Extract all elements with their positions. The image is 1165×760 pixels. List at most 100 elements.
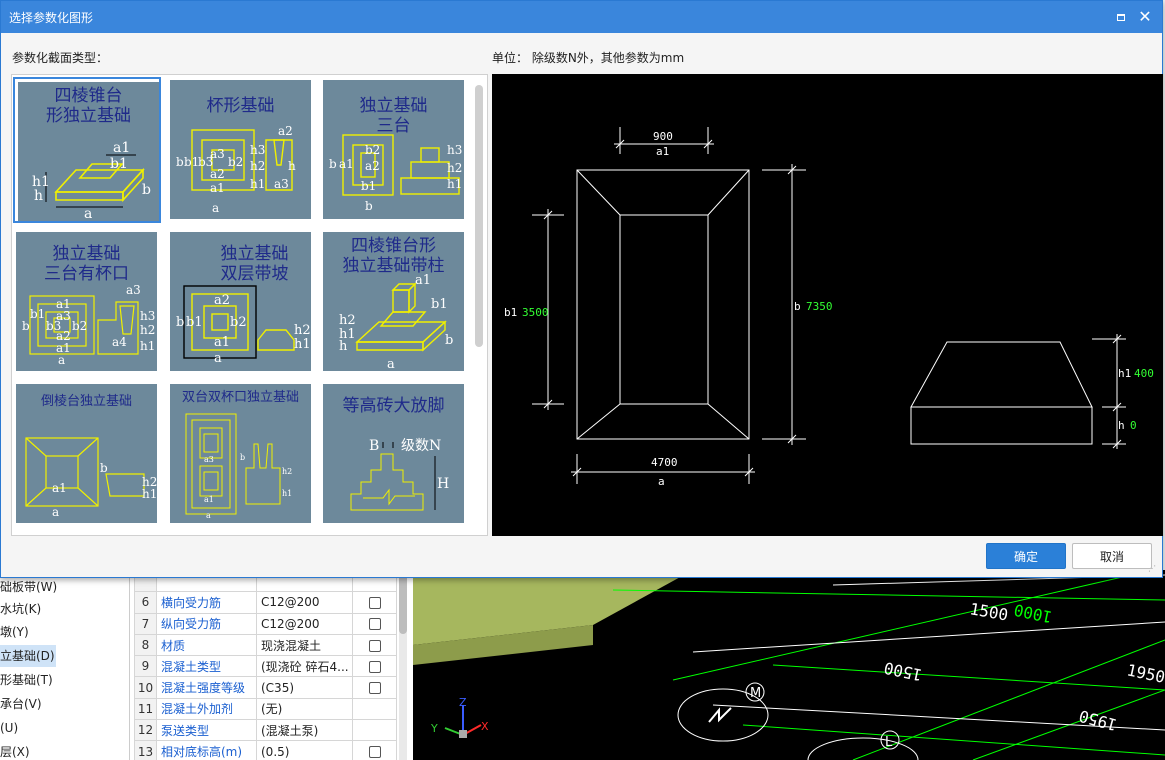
svg-text:b: b <box>240 453 245 462</box>
shape-thumb-two-step-slope[interactable]: 独立基础 双层带坡 a2 b b1 b2 a1 a h2 h1 <box>167 229 315 375</box>
grid-scrollbar[interactable] <box>399 570 407 760</box>
property-name: 相对底标高(m) <box>156 740 257 760</box>
table-row[interactable]: 8 材质 现浇混凝土 <box>134 633 397 657</box>
row-number: 11 <box>134 697 157 721</box>
attach-checkbox[interactable] <box>368 618 381 631</box>
svg-text:h: h <box>288 159 296 173</box>
row-number: 7 <box>134 612 157 635</box>
two-step-slope-diagram: a2 b b1 b2 a1 a h2 h1 <box>176 285 311 366</box>
property-value[interactable]: (现浇砼 碎石4... <box>256 655 353 678</box>
axis-label-m: M <box>750 686 761 701</box>
shape-preview-canvas: 900 a1 4700 a b1 3500 b 7350 h1 400 h 0 <box>492 74 1163 536</box>
shape-thumb-three-step-cup[interactable]: 独立基础 三台有杯口 a3 a1 b1 a3 b b3 b2 a2 a1 a a… <box>13 229 161 375</box>
svg-text:a1: a1 <box>339 157 354 171</box>
svg-text:h1: h1 <box>140 339 155 353</box>
maximize-icon[interactable] <box>1114 10 1128 24</box>
svg-text:级数N: 级数N <box>401 438 441 454</box>
svg-text:a1: a1 <box>113 140 130 156</box>
svg-text:a: a <box>214 351 222 366</box>
shape-thumb-brick-footing[interactable]: 等高砖大放脚 B 级数N H <box>320 381 468 527</box>
attach-checkbox[interactable] <box>368 682 381 695</box>
svg-text:h: h <box>339 339 348 354</box>
table-row[interactable]: 9 混凝土类型 (现浇砼 碎石4... <box>134 655 397 678</box>
table-row[interactable]: 12 泵送类型 (混凝土泵) <box>134 719 397 742</box>
attach-checkbox[interactable] <box>368 639 381 652</box>
pyramid-frustum-diagram: a1 b1 h1 h b a <box>32 140 151 221</box>
property-value[interactable]: (C35) <box>256 676 353 699</box>
svg-text:h1: h1 <box>447 177 462 191</box>
svg-text:b2: b2 <box>230 315 247 330</box>
svg-text:a: a <box>58 353 65 367</box>
table-row[interactable]: 13 相对底标高(m) (0.5) <box>134 740 397 760</box>
close-icon[interactable]: ✕ <box>1136 8 1154 26</box>
svg-text:a3: a3 <box>204 455 214 464</box>
cancel-button[interactable]: 取消 <box>1072 543 1152 569</box>
attach-checkbox[interactable] <box>368 746 381 759</box>
attach-checkbox[interactable] <box>368 596 381 609</box>
dim-a-name: a <box>658 475 665 488</box>
svg-text:b: b <box>22 319 30 333</box>
shape-thumb-double-cup[interactable]: 双台双杯口独立基础 b a3 a1 a h2 h1 <box>167 381 315 527</box>
shape-thumb-cup-foundation[interactable]: 杯形基础 a2 b b1 b3 b2 a3 a2 a1 a h3 h2 h1 h… <box>167 77 315 223</box>
shape-thumbnail-list[interactable]: 四棱锥台 形独立基础 a1 b1 h1 h b a 杯形基础 a2 b b1 b… <box>11 74 488 536</box>
svg-text:a2: a2 <box>214 293 230 308</box>
property-name: 混凝土外加剂 <box>156 697 257 721</box>
property-value[interactable]: C12@200 <box>256 591 353 614</box>
table-row[interactable]: 11 混凝土外加剂 (无) <box>134 697 397 721</box>
dim-a1-value: 900 <box>653 130 673 143</box>
property-grid: 6 横向受力筋 C12@200 7 纵向受力筋 C12@200 8 材质 现浇混凝土 9 混凝… <box>130 569 413 760</box>
svg-text:h2: h2 <box>282 467 292 476</box>
preview-drawing: 900 a1 4700 a b1 3500 b 7350 h1 400 h 0 <box>504 127 1154 488</box>
svg-text:b: b <box>100 461 108 475</box>
dim-a1-name: a1 <box>656 145 669 158</box>
table-row[interactable]: 6 横向受力筋 C12@200 <box>134 591 397 614</box>
shape-thumb-pyramid-frustum[interactable]: 四棱锥台 形独立基础 a1 b1 h1 h b a <box>13 77 161 223</box>
axis-label-l: L <box>885 735 893 750</box>
model-viewport[interactable]: 1500 1000 1500 1950 1950 M L Z X Y <box>413 570 1165 760</box>
table-row[interactable]: 7 纵向受力筋 C12@200 <box>134 612 397 635</box>
table-row[interactable]: 10 混凝土强度等级 (C35) <box>134 676 397 699</box>
property-value[interactable]: 现浇混凝土 <box>256 633 353 657</box>
tree-item[interactable]: (U) <box>0 717 18 739</box>
svg-text:a: a <box>52 505 59 519</box>
shape-thumb-three-step[interactable]: 独立基础 三台 b a1 b2 a2 b1 b h3 h2 h1 <box>320 77 468 223</box>
svg-text:h1: h1 <box>142 487 157 501</box>
tree-item[interactable]: 承台(V) <box>0 693 42 715</box>
tree-item[interactable]: 水坑(K) <box>0 598 41 620</box>
row-number: 13 <box>134 740 157 760</box>
dialog-titlebar[interactable]: 选择参数化图形 ✕ <box>1 1 1162 33</box>
svg-text:h3: h3 <box>140 309 155 323</box>
property-value[interactable]: C12@200 <box>256 612 353 635</box>
tree-item[interactable]: 形基础(T) <box>0 669 53 691</box>
resize-grip-icon[interactable]: ⋰ <box>1148 564 1158 574</box>
dim-h1-name: h1 <box>1118 367 1131 380</box>
svg-text:b2: b2 <box>228 155 243 169</box>
property-value[interactable]: (混凝土泵) <box>256 719 353 742</box>
dim-b-value: 7350 <box>806 300 833 313</box>
dim-b1-value: 3500 <box>522 306 549 319</box>
tree-item[interactable]: 层(X) <box>0 741 30 760</box>
cup-foundation-diagram: a2 b b1 b3 b2 a3 a2 a1 a h3 h2 h1 h a3 <box>176 124 296 215</box>
svg-text:a4: a4 <box>112 335 127 349</box>
property-value[interactable]: (0.5) <box>256 740 353 760</box>
tree-item-selected[interactable]: 立基础(D) <box>0 645 56 667</box>
svg-text:h2: h2 <box>140 323 155 337</box>
tree-item[interactable]: 础板带(W) <box>0 576 57 598</box>
ok-button[interactable]: 确定 <box>986 543 1066 569</box>
inverted-frustum-diagram: a1 a b h2 h1 <box>25 437 157 519</box>
svg-text:b: b <box>365 199 373 213</box>
property-value[interactable]: (无) <box>256 697 353 721</box>
svg-text:a1: a1 <box>415 273 431 288</box>
svg-text:b: b <box>445 333 453 348</box>
svg-text:a1: a1 <box>214 335 230 350</box>
tree-item[interactable]: 墩(Y) <box>0 621 29 643</box>
svg-text:b1: b1 <box>186 315 203 330</box>
svg-text:h3: h3 <box>447 143 462 157</box>
svg-text:b2: b2 <box>72 319 87 333</box>
shape-thumb-inverted-frustum[interactable]: 倒棱台独立基础 a1 a b h2 h1 <box>13 381 161 527</box>
shape-thumb-frustum-with-column[interactable]: 四棱锥台形 独立基础带柱 a1 b1 h2 h1 h b a <box>320 229 468 375</box>
thumbnail-scrollbar[interactable] <box>475 85 483 347</box>
dialog-title: 选择参数化图形 <box>9 11 94 25</box>
attach-checkbox[interactable] <box>368 660 381 673</box>
property-name: 泵送类型 <box>156 719 257 742</box>
